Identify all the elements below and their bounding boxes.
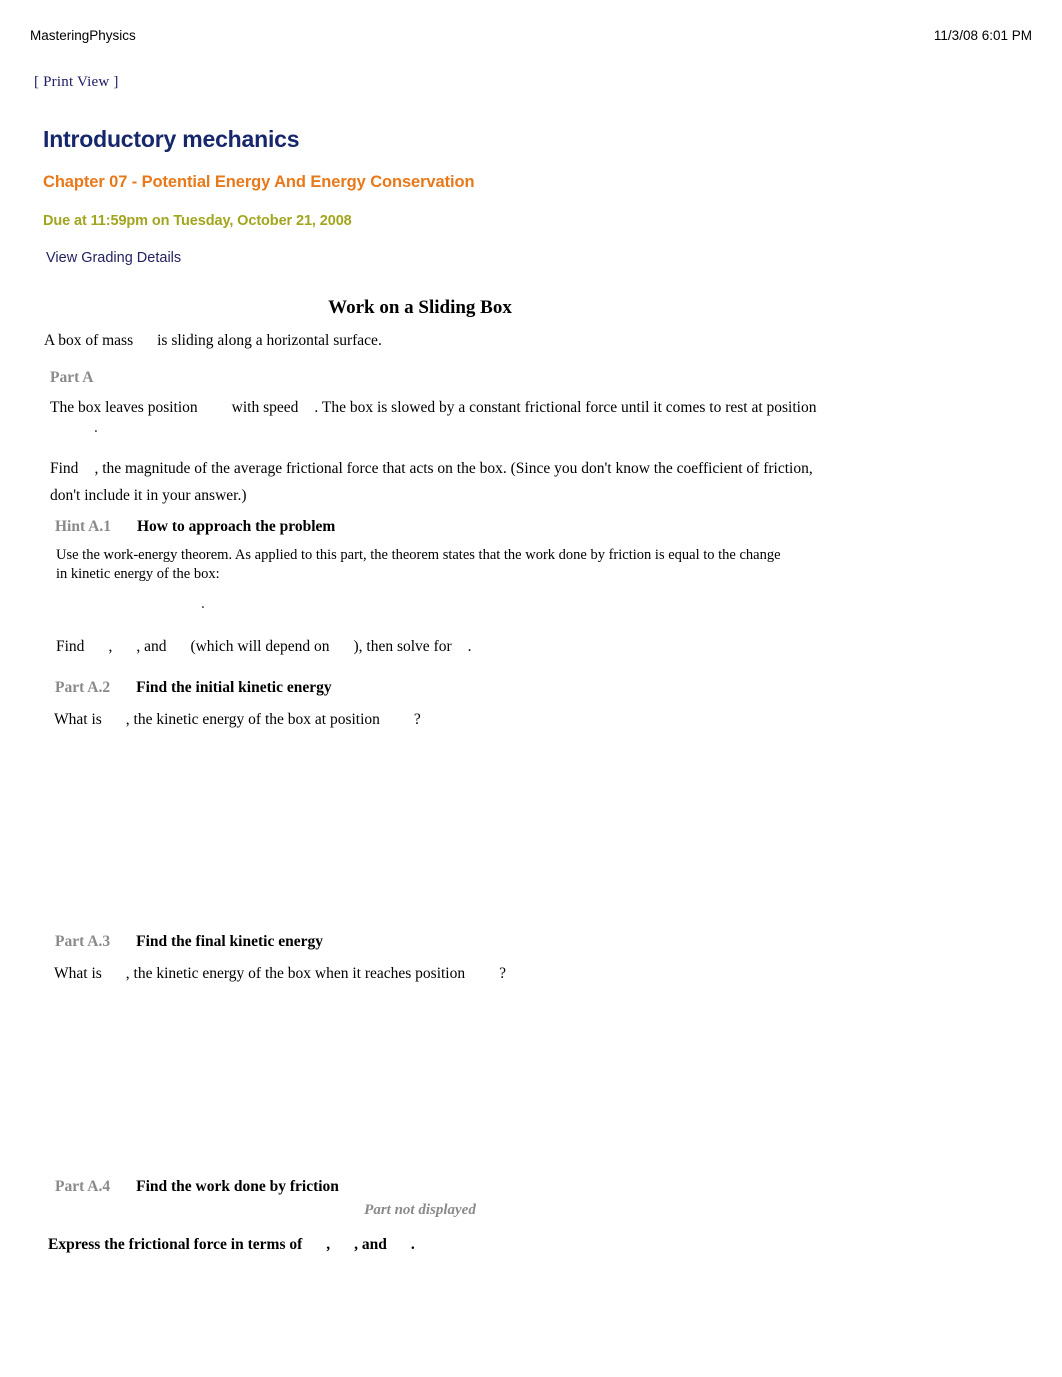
part-a4-number: Part A.4 xyxy=(55,1178,111,1195)
running-header: MasteringPhysics 11/3/08 6:01 PM xyxy=(0,28,1062,48)
view-grading-details-link[interactable]: View Grading Details xyxy=(46,250,181,266)
problem-title: Work on a Sliding Box xyxy=(328,297,512,318)
part-a-number: Part A xyxy=(50,369,94,386)
part-a4-status: Part not displayed xyxy=(364,1202,476,1218)
part-a3-answer-region[interactable] xyxy=(50,990,950,1170)
part-a2-question-2: , the kinetic energy of the box at posit… xyxy=(125,711,380,728)
part-a2-question-1: What is xyxy=(54,711,102,728)
part-a-text-2: with speed xyxy=(231,399,299,416)
part-a2-answer-region[interactable] xyxy=(50,735,950,925)
math-image-placeholder-work-energy-equation: . xyxy=(201,595,205,612)
final-instruction-2: , xyxy=(326,1236,331,1253)
hint-a1-body-1: Use the work-energy theorem. As applied … xyxy=(56,547,781,563)
part-a2-question-3: ? xyxy=(413,711,421,728)
print-view-page: MasteringPhysics 11/3/08 6:01 PM [ Print… xyxy=(0,0,1062,1377)
hint-followup-6: . xyxy=(467,638,472,655)
due-date: Due at 11:59pm on Tuesday, October 21, 2… xyxy=(43,213,352,229)
part-a3-question-3: ? xyxy=(499,965,506,982)
final-instruction: Express the frictional force in terms of… xyxy=(48,1236,415,1254)
hint-a1-title: How to approach the problem xyxy=(136,518,336,535)
hint-a1-number: Hint A.1 xyxy=(55,518,111,535)
part-a3-question: What is , the kinetic energy of the box w… xyxy=(54,960,954,987)
part-a-question-2: , the magnitude of the average frictiona… xyxy=(94,460,813,477)
final-instruction-3: , and xyxy=(354,1236,387,1253)
part-a-question: Find , the magnitude of the average frict… xyxy=(50,455,950,482)
part-a3-heading[interactable]: Part A.3 Find the final kinetic energy xyxy=(55,933,323,951)
site-name: MasteringPhysics xyxy=(30,28,136,43)
part-a2-number: Part A.2 xyxy=(55,679,111,696)
part-a4-heading[interactable]: Part A.4 Find the work done by friction xyxy=(55,1178,339,1196)
part-a2-title: Find the initial kinetic energy xyxy=(136,679,332,696)
intro-text-1: A box of mass xyxy=(44,332,134,349)
hint-followup-2: , xyxy=(108,638,113,655)
course-title: Introductory mechanics xyxy=(43,126,300,152)
final-instruction-1: Express the frictional force in terms of xyxy=(48,1236,303,1253)
part-a3-title: Find the final kinetic energy xyxy=(136,933,323,950)
final-instruction-4: . xyxy=(410,1236,415,1253)
hint-followup-4: (which will depend on xyxy=(190,638,330,655)
part-a3-question-2: , the kinetic energy of the box when it … xyxy=(125,965,466,982)
part-a4-title: Find the work done by friction xyxy=(136,1178,339,1195)
part-a-question-3: don't include it in your answer.) xyxy=(50,487,247,504)
hint-a1-body: Use the work-energy theorem. As applied … xyxy=(56,546,956,584)
part-a3-number: Part A.3 xyxy=(55,933,111,950)
part-a-text-3: . The box is slowed by a constant fricti… xyxy=(314,399,817,416)
hint-a1-body-2: in kinetic energy of the box: xyxy=(56,566,220,582)
part-a3-question-1: What is xyxy=(54,965,102,982)
part-a2-question: What is , the kinetic energy of the box a… xyxy=(54,706,954,733)
chapter-title: Chapter 07 - Potential Energy And Energy… xyxy=(43,173,475,191)
hint-followup-3: , and xyxy=(136,638,167,655)
hint-followup-5: ), then solve for xyxy=(353,638,452,655)
part-a-statement: The box leaves position with speed . The b… xyxy=(50,394,950,421)
part-a2-heading[interactable]: Part A.2 Find the initial kinetic energy xyxy=(55,679,332,697)
intro-text-2: is sliding along a horizontal surface. xyxy=(157,332,382,349)
hint-a1-followup: Find, , and (which will depend on ), then s… xyxy=(56,633,956,660)
math-image-placeholder-position-2: . xyxy=(94,419,98,436)
print-view-link[interactable]: [ Print View ] xyxy=(34,74,119,91)
problem-intro: A box of mass is sliding along a horizont… xyxy=(44,331,944,351)
part-a-heading: Part A xyxy=(50,369,93,387)
part-a-text-1: The box leaves position xyxy=(50,399,198,416)
header-timestamp: 11/3/08 6:01 PM xyxy=(933,28,1032,43)
hint-followup-1: Find xyxy=(56,638,85,655)
hint-a1-heading[interactable]: Hint A.1 How to approach the problem xyxy=(55,518,335,536)
part-a-question-1: Find xyxy=(50,460,79,477)
